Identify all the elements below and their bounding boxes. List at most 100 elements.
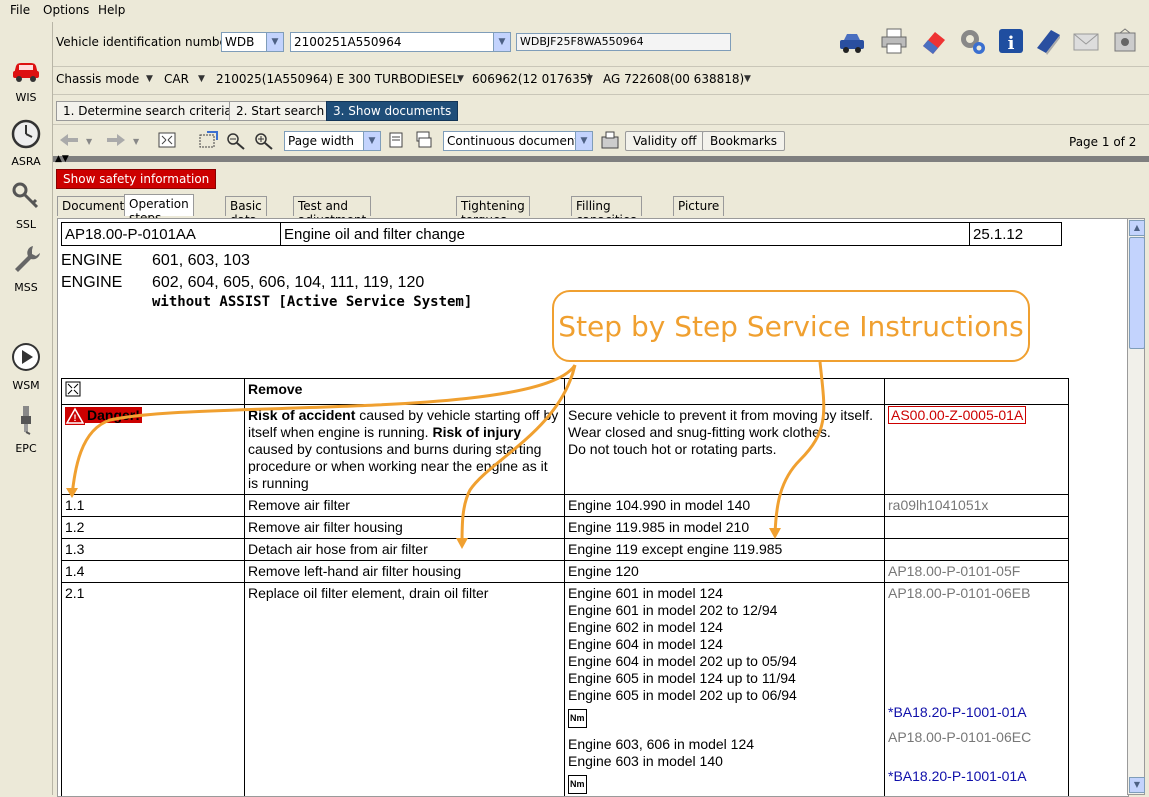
fit-page-icon[interactable] — [157, 131, 177, 149]
menu-bar: File Options Help — [0, 0, 1149, 23]
ref-link[interactable]: AP18.00-P-0101-06EB — [888, 585, 1065, 602]
document-code: AP18.00-P-0101AA — [61, 222, 281, 246]
sidebar-item-wis[interactable]: WIS — [0, 52, 52, 104]
chassis-engine[interactable]: 606962(12 017635) — [472, 72, 592, 86]
table-row: 1.4 Remove left-hand air filter housing … — [61, 560, 1069, 583]
tab-basic-data[interactable]: Basic data — [225, 196, 267, 227]
applies-line: Engine 603 in model 140 — [568, 753, 723, 769]
torque-icon[interactable]: Nm — [568, 709, 587, 728]
applies-line: Engine 604 in model 202 up to 05/94 — [568, 653, 797, 669]
chevron-down-icon[interactable]: ▼ — [198, 74, 205, 84]
mail-icon[interactable] — [1071, 26, 1101, 56]
danger-ref-link[interactable]: AS00.00-Z-0005-01A — [888, 406, 1027, 424]
gear-icon[interactable] — [957, 26, 987, 56]
view-mode-select[interactable]: Continuous document ▼ — [443, 131, 593, 151]
chassis-model[interactable]: 210025(1A550964) E 300 TURBODIESEL — [216, 72, 459, 86]
torque-icon[interactable]: Nm — [568, 775, 587, 794]
collapse-arrows-icon[interactable]: ▲▼ — [55, 154, 69, 164]
step-ref[interactable]: AP18.00-P-0101-05F — [884, 560, 1069, 583]
printer-icon[interactable] — [879, 26, 909, 56]
tab-document[interactable]: Document — [57, 196, 130, 216]
sidebar-item-ssl[interactable]: SSL — [0, 179, 52, 231]
tab-test-adjustment-values[interactable]: Test and adjustment values — [293, 196, 372, 241]
menu-options[interactable]: Options — [43, 3, 89, 17]
step-start-search[interactable]: 2. Start search — [229, 101, 332, 121]
info-icon[interactable]: i — [996, 26, 1026, 56]
document-title: Engine oil and filter change — [280, 222, 970, 246]
document-date: 25.1.12 — [969, 222, 1062, 246]
danger-description: Risk of accident caused by vehicle start… — [244, 404, 565, 495]
chevron-down-icon[interactable]: ▼ — [363, 132, 380, 150]
engine-label: ENGINE — [61, 274, 123, 291]
vin-prefix-select[interactable]: WDB ▼ — [221, 32, 284, 52]
step-ref[interactable]: ra09lh1041051x — [884, 494, 1069, 517]
expand-icon[interactable] — [65, 381, 81, 397]
tab-operation-steps[interactable]: Operation steps — [124, 194, 194, 225]
torque-ref-link[interactable]: *BA18.20-P-1001-01A — [888, 768, 1065, 785]
step-number: 1.3 — [61, 538, 245, 561]
back-arrow-icon[interactable]: ▼ — [56, 131, 96, 149]
exit-icon[interactable] — [1110, 26, 1140, 56]
stopwatch-icon — [11, 119, 41, 149]
zoom-select[interactable]: Page width ▼ — [284, 131, 381, 151]
step-ref[interactable] — [884, 516, 1069, 539]
scroll-up-icon[interactable]: ▲ — [1129, 220, 1145, 236]
book-icon[interactable] — [1033, 26, 1063, 56]
ref-link[interactable]: AP18.00-P-0101-06EC — [888, 729, 1065, 746]
menu-file[interactable]: File — [10, 3, 30, 17]
document-stamp-icon[interactable] — [599, 129, 621, 151]
separator — [53, 124, 1149, 125]
sidebar-item-wsm[interactable]: WSM — [0, 340, 52, 392]
scroll-down-icon[interactable]: ▼ — [1129, 777, 1145, 793]
chevron-down-icon[interactable]: ▼ — [493, 33, 510, 51]
step-text: Remove air filter — [244, 494, 565, 517]
chassis-type[interactable]: CAR — [164, 72, 189, 86]
police-car-icon[interactable] — [837, 26, 867, 56]
chassis-transmission[interactable]: AG 722608(00 638818) — [603, 72, 744, 86]
forward-arrow-icon[interactable]: ▼ — [103, 131, 143, 149]
page-indicator: Page 1 of 2 — [1069, 135, 1137, 149]
sidebar-item-asra[interactable]: ASRA — [0, 116, 52, 168]
applies-line: Engine 601 in model 202 to 12/94 — [568, 602, 778, 618]
danger-measures: Secure vehicle to prevent it from moving… — [564, 404, 885, 495]
chevron-down-icon[interactable]: ▼ — [586, 74, 593, 84]
eraser-icon[interactable] — [919, 26, 949, 56]
step-number: 1.1 — [61, 494, 245, 517]
show-safety-info-button[interactable]: Show safety information — [56, 169, 217, 189]
chevron-down-icon[interactable]: ▼ — [575, 132, 592, 150]
multi-page-icon[interactable] — [414, 131, 434, 149]
chevron-down-icon[interactable]: ▼ — [457, 74, 464, 84]
torque-ref-link[interactable]: *BA18.20-P-1001-01A — [888, 704, 1065, 721]
wrench-icon — [15, 246, 40, 272]
menu-help[interactable]: Help — [98, 3, 125, 17]
step-determine-search-criteria[interactable]: 1. Determine search criteria — [56, 101, 239, 121]
vin-prefix-value: WDB — [225, 35, 255, 49]
validity-button[interactable]: Validity off — [625, 131, 705, 151]
chevron-down-icon[interactable]: ▼ — [146, 74, 153, 84]
zoom-out-icon[interactable] — [225, 130, 247, 150]
tab-filling-capacities[interactable]: Filling capacities — [571, 196, 642, 227]
vertical-scrollbar[interactable]: ▲ ▼ — [1127, 218, 1145, 795]
applies-line: Engine 602 in model 124 — [568, 619, 723, 635]
sidebar-label: ASRA — [11, 155, 41, 168]
step-show-documents[interactable]: 3. Show documents — [326, 101, 459, 121]
zoom-in-icon[interactable] — [253, 130, 275, 150]
sidebar-item-mss[interactable]: MSS — [0, 242, 52, 294]
single-page-icon[interactable] — [386, 131, 406, 149]
document-subtitle: without ASSIST [Active Service System] — [152, 294, 473, 310]
table-header-cell — [884, 378, 1069, 405]
scroll-thumb[interactable] — [1129, 237, 1145, 349]
tab-tightening-torques[interactable]: Tightening torques — [456, 196, 530, 227]
chevron-down-icon[interactable]: ▼ — [744, 74, 751, 84]
select-area-icon[interactable] — [197, 130, 219, 150]
splitter[interactable] — [53, 156, 1149, 162]
tab-picture[interactable]: Picture — [673, 196, 725, 216]
step-ref[interactable] — [884, 538, 1069, 561]
car-icon — [13, 63, 39, 82]
table-header-cell — [564, 378, 885, 405]
bookmarks-button[interactable]: Bookmarks — [702, 131, 786, 151]
vin-number-select[interactable]: 2100251A550964 ▼ — [290, 32, 511, 52]
vin-number-value: 2100251A550964 — [294, 35, 402, 49]
chevron-down-icon[interactable]: ▼ — [266, 33, 283, 51]
sidebar-item-epc[interactable]: EPC — [0, 403, 52, 455]
